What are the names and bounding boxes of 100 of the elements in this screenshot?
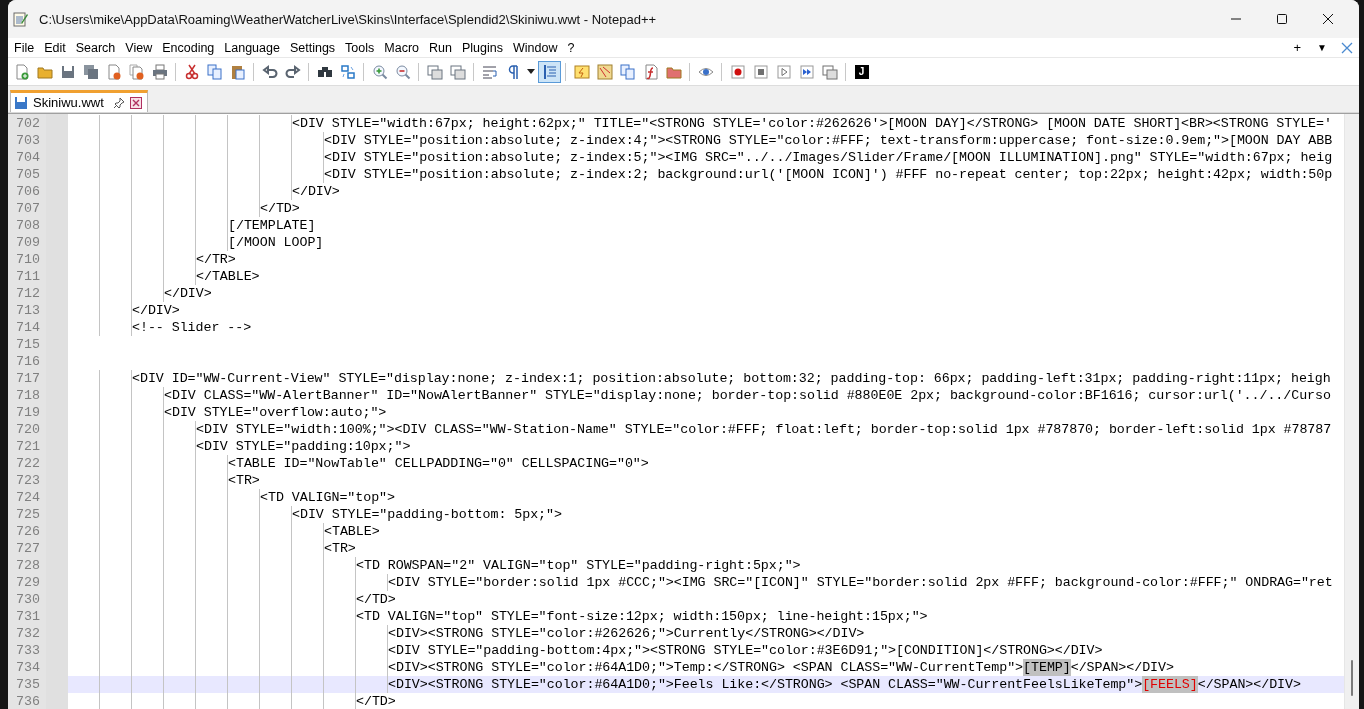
line-number: 731 <box>16 609 40 624</box>
scrollbar-thumb[interactable] <box>1351 660 1353 696</box>
menu-item[interactable]: Macro <box>380 40 426 55</box>
line-number: 725 <box>16 507 40 522</box>
line-number: 715 <box>16 337 40 352</box>
line-number: 722 <box>16 456 40 471</box>
code-text: <DIV STYLE="border:solid 1px #CCC;"><IMG SRC="[ICON]" STYLE="border:solid 2px #FFF; background-color:#FFF;" ONDRAG="ret <box>388 574 1333 591</box>
undo-icon <box>261 63 278 80</box>
line-number: 726 <box>16 524 40 539</box>
list-window-icon <box>821 63 838 80</box>
sync-vertical-icon <box>426 63 443 80</box>
line-number: 706 <box>16 184 40 199</box>
line-number: 702 <box>16 116 40 131</box>
print-icon <box>151 63 168 80</box>
zoom-in-icon <box>371 63 388 80</box>
line-number: 709 <box>16 235 40 250</box>
code-text: <DIV><STRONG STYLE="color:#64A1D0;">Feels Like:</STRONG> <SPAN CLASS="WW-CurrentFeelsLikeTemp"> <box>388 676 1143 693</box>
line-number: 729 <box>16 575 40 590</box>
code-text: </TR> <box>196 251 236 268</box>
code-text: <DIV STYLE="position:absolute; z-index:2; background:url('[MOON ICON]') #FFF no-repeat center; top:22px; height:42px; width:50p <box>324 166 1333 183</box>
save-all-icon <box>82 63 99 80</box>
new-tab-button[interactable]: + <box>1285 40 1310 55</box>
code-text: <TR> <box>228 472 260 489</box>
menu-item[interactable]: File <box>10 40 41 55</box>
code-text: </TABLE> <box>196 268 260 285</box>
line-number: 733 <box>16 643 40 658</box>
code-text: </SPAN></DIV> <box>1070 659 1174 676</box>
code-text: <TABLE> <box>324 523 380 540</box>
code-text: <TD VALIGN="top" STYLE="font-size:12px; width:150px; line-height:15px;"> <box>356 608 928 625</box>
new-file-icon <box>13 63 30 80</box>
record-icon <box>729 63 746 80</box>
code-text: <DIV STYLE="padding-bottom: 5px;"> <box>292 506 562 523</box>
code-text: <DIV STYLE="position:absolute; z-index:5;"><IMG SRC="../../Images/Slider/Frame/[MOON ILLUMINATION].png" STYLE="width:67px; heig <box>324 149 1333 166</box>
indent-guide-button[interactable] <box>538 60 561 83</box>
menu-item[interactable]: Window <box>508 40 564 55</box>
line-number: 708 <box>16 218 40 233</box>
line-number: 718 <box>16 388 40 403</box>
play-icon <box>775 63 792 80</box>
menu-item[interactable]: Tools <box>341 40 381 55</box>
zoom-out-icon <box>394 63 411 80</box>
code-text: <DIV CLASS="WW-AlertBanner" ID="NowAlertBanner" STYLE="display:none; border-top:solid #880E0E 2px; background-color:BF1616; cursor:url('../../Curso <box>164 387 1331 404</box>
menu-item[interactable]: Encoding <box>158 40 221 55</box>
code-text: <DIV STYLE="width:67px; height:62px;" TITLE="<STRONG STYLE='color:#262626'>[MOON DAY]</STRONG> [MOON DATE SHORT]<BR><STRONG STYLE=' <box>292 115 1332 132</box>
line-number: 705 <box>16 167 40 182</box>
code-text: <TD VALIGN="top"> <box>260 489 395 506</box>
line-number: 707 <box>16 201 40 216</box>
copy-icon <box>206 63 223 80</box>
menu-item[interactable]: Edit <box>40 40 72 55</box>
file-tab[interactable]: Skiniwu.wwt <box>10 90 148 112</box>
line-number: 720 <box>16 422 40 437</box>
menu-item[interactable]: Plugins <box>457 40 509 55</box>
code-text: </DIV> <box>164 285 212 302</box>
code-text: </DIV> <box>132 302 180 319</box>
word-wrap-icon <box>481 63 498 80</box>
line-number: 716 <box>16 354 40 369</box>
tab-list-button[interactable]: ▼ <box>1309 42 1335 53</box>
code-text: <TABLE ID="NowTable" CELLPADDING="0" CELLSPACING="0"> <box>228 455 649 472</box>
code-text: </TD> <box>356 591 396 608</box>
highlighted-token: [TEMP] <box>1023 659 1071 676</box>
code-text: </DIV> <box>292 183 340 200</box>
menu-item[interactable]: Settings <box>285 40 342 55</box>
line-number: 710 <box>16 252 40 267</box>
line-number: 732 <box>16 626 40 641</box>
line-number: 727 <box>16 541 40 556</box>
menu-item[interactable]: View <box>121 40 159 55</box>
highlighted-token: [FEELS] <box>1142 676 1198 693</box>
line-number: 724 <box>16 490 40 505</box>
code-text: </TD> <box>260 200 300 217</box>
line-number: 721 <box>16 439 40 454</box>
line-number: 712 <box>16 286 40 301</box>
indent-guide-icon <box>541 63 558 80</box>
fast-forward-icon <box>798 63 815 80</box>
line-number: 736 <box>16 694 40 709</box>
code-text: <DIV><STRONG STYLE="color:#262626;">Currently</STRONG></DIV> <box>388 625 865 642</box>
line-number: 735 <box>16 677 40 692</box>
menu-item[interactable]: ? <box>563 40 581 55</box>
menu-item[interactable]: Search <box>71 40 122 55</box>
vertical-scrollbar[interactable] <box>1344 114 1359 709</box>
menu-item[interactable]: Run <box>425 40 458 55</box>
menu-item[interactable]: Language <box>220 40 286 55</box>
close-icon <box>1322 13 1334 25</box>
line-number: 719 <box>16 405 40 420</box>
lightning-doc-icon <box>573 63 590 80</box>
close-tab-icon[interactable] <box>129 96 142 109</box>
code-text: <DIV STYLE="overflow:auto;"> <box>164 404 387 421</box>
panels-icon <box>619 63 636 80</box>
code-text: </TD> <box>356 693 396 709</box>
code-text: <DIV STYLE="padding-bottom:4px;"><STRONG STYLE="color:#3E6D91;">[CONDITION]</STRONG></DIV> <box>388 642 1103 659</box>
pin-icon[interactable] <box>112 96 125 109</box>
code-text: <DIV STYLE="position:absolute; z-index:4;"><STRONG STYLE="color:#FFF; text-transform:uppercase; font-size:0.9em;">[MOON DAY ABB <box>324 132 1333 149</box>
caret-icon <box>527 69 535 74</box>
code-text: <DIV ID="WW-Current-View" STYLE="display:none; z-index:1; position:absolute; bottom:32; padding-top: 66px; padding-left:31px; padding-right:11px; heigh <box>132 370 1331 387</box>
code-text: <DIV STYLE="width:100%;"><DIV CLASS="WW-Station-Name" STYLE="color:#FFF; float:left; border-top:solid 1px #787870; border-left:solid 1px #78787 <box>196 421 1332 438</box>
code-text: <DIV><STRONG STYLE="color:#64A1D0;">Temp:</STRONG> <SPAN CLASS="WW-CurrentTemp"> <box>388 659 1024 676</box>
close-document-icon[interactable] <box>1341 41 1353 54</box>
maximize-icon <box>1276 13 1288 25</box>
notepad-icon <box>12 11 28 27</box>
line-number: 714 <box>16 320 40 335</box>
code-text: <DIV STYLE="padding:10px;"> <box>196 438 411 455</box>
code-text: [/MOON LOOP] <box>228 234 324 251</box>
